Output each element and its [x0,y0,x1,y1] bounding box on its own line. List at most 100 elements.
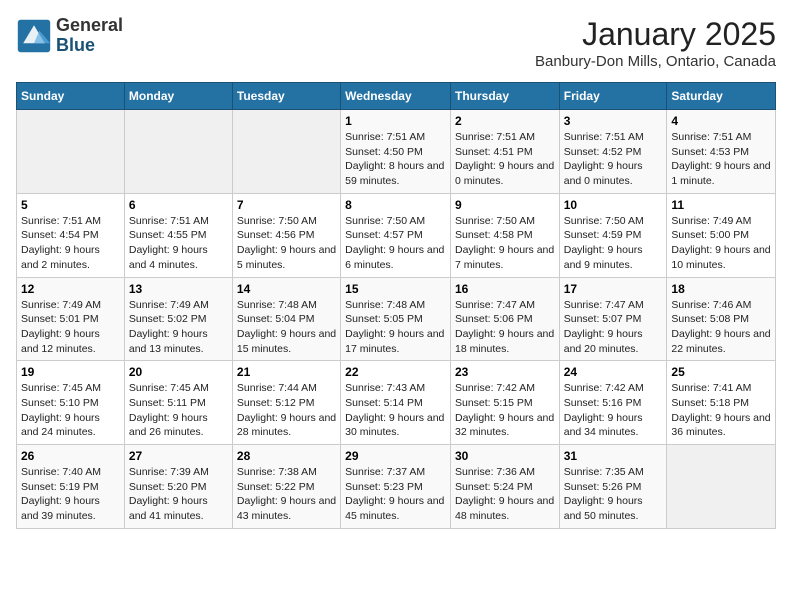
sunset: Sunset: 5:05 PM [345,313,423,325]
day-number: 24 [564,365,663,379]
day-info: Sunrise: 7:47 AM Sunset: 5:06 PM Dayligh… [455,298,555,357]
sunrise: Sunrise: 7:51 AM [129,215,209,227]
sunrise: Sunrise: 7:42 AM [564,382,644,394]
sunrise: Sunrise: 7:50 AM [345,215,425,227]
day-info: Sunrise: 7:42 AM Sunset: 5:16 PM Dayligh… [564,381,663,440]
day-info: Sunrise: 7:48 AM Sunset: 5:04 PM Dayligh… [237,298,336,357]
sunset: Sunset: 5:10 PM [21,397,99,409]
sunset: Sunset: 5:22 PM [237,481,315,493]
col-friday: Friday [559,83,667,110]
sunset: Sunset: 4:53 PM [671,146,749,158]
sunset: Sunset: 5:16 PM [564,397,642,409]
day-info: Sunrise: 7:39 AM Sunset: 5:20 PM Dayligh… [129,465,228,524]
daylight: Daylight: 9 hours and 50 minutes. [564,495,643,522]
table-row: 21 Sunrise: 7:44 AM Sunset: 5:12 PM Dayl… [232,361,340,445]
day-info: Sunrise: 7:35 AM Sunset: 5:26 PM Dayligh… [564,465,663,524]
day-info: Sunrise: 7:45 AM Sunset: 5:10 PM Dayligh… [21,381,120,440]
table-row: 9 Sunrise: 7:50 AM Sunset: 4:58 PM Dayli… [450,193,559,277]
table-row: 3 Sunrise: 7:51 AM Sunset: 4:52 PM Dayli… [559,110,667,194]
daylight: Daylight: 9 hours and 45 minutes. [345,495,444,522]
day-number: 4 [671,114,771,128]
table-row: 23 Sunrise: 7:42 AM Sunset: 5:15 PM Dayl… [450,361,559,445]
daylight: Daylight: 9 hours and 36 minutes. [671,412,770,439]
day-info: Sunrise: 7:51 AM Sunset: 4:55 PM Dayligh… [129,214,228,273]
daylight: Daylight: 9 hours and 30 minutes. [345,412,444,439]
sunrise: Sunrise: 7:39 AM [129,466,209,478]
day-number: 25 [671,365,771,379]
table-row [17,110,125,194]
sunrise: Sunrise: 7:50 AM [564,215,644,227]
sunset: Sunset: 4:51 PM [455,146,533,158]
day-number: 13 [129,282,228,296]
sunrise: Sunrise: 7:45 AM [21,382,101,394]
sunset: Sunset: 5:14 PM [345,397,423,409]
day-info: Sunrise: 7:50 AM Sunset: 4:57 PM Dayligh… [345,214,446,273]
table-row [124,110,232,194]
daylight: Daylight: 9 hours and 10 minutes. [671,244,770,271]
sunrise: Sunrise: 7:49 AM [671,215,751,227]
table-row [232,110,340,194]
day-number: 8 [345,198,446,212]
calendar-week-row: 12 Sunrise: 7:49 AM Sunset: 5:01 PM Dayl… [17,277,776,361]
sunset: Sunset: 5:04 PM [237,313,315,325]
day-number: 12 [21,282,120,296]
calendar-body: 1 Sunrise: 7:51 AM Sunset: 4:50 PM Dayli… [17,110,776,529]
day-info: Sunrise: 7:51 AM Sunset: 4:54 PM Dayligh… [21,214,120,273]
day-number: 30 [455,449,555,463]
sunrise: Sunrise: 7:44 AM [237,382,317,394]
sunset: Sunset: 5:06 PM [455,313,533,325]
day-info: Sunrise: 7:51 AM Sunset: 4:52 PM Dayligh… [564,130,663,189]
sunset: Sunset: 4:52 PM [564,146,642,158]
daylight: Daylight: 9 hours and 41 minutes. [129,495,208,522]
day-number: 11 [671,198,771,212]
sunset: Sunset: 5:20 PM [129,481,207,493]
daylight: Daylight: 9 hours and 26 minutes. [129,412,208,439]
day-info: Sunrise: 7:46 AM Sunset: 5:08 PM Dayligh… [671,298,771,357]
sunset: Sunset: 5:26 PM [564,481,642,493]
table-row: 29 Sunrise: 7:37 AM Sunset: 5:23 PM Dayl… [341,445,451,529]
table-row: 17 Sunrise: 7:47 AM Sunset: 5:07 PM Dayl… [559,277,667,361]
day-info: Sunrise: 7:51 AM Sunset: 4:51 PM Dayligh… [455,130,555,189]
day-number: 2 [455,114,555,128]
sunrise: Sunrise: 7:49 AM [129,299,209,311]
sunrise: Sunrise: 7:46 AM [671,299,751,311]
table-row: 26 Sunrise: 7:40 AM Sunset: 5:19 PM Dayl… [17,445,125,529]
sunrise: Sunrise: 7:49 AM [21,299,101,311]
day-number: 26 [21,449,120,463]
calendar-week-row: 19 Sunrise: 7:45 AM Sunset: 5:10 PM Dayl… [17,361,776,445]
sunset: Sunset: 4:50 PM [345,146,423,158]
day-info: Sunrise: 7:45 AM Sunset: 5:11 PM Dayligh… [129,381,228,440]
table-row: 10 Sunrise: 7:50 AM Sunset: 4:59 PM Dayl… [559,193,667,277]
month-title: January 2025 [535,16,776,53]
table-row: 7 Sunrise: 7:50 AM Sunset: 4:56 PM Dayli… [232,193,340,277]
sunrise: Sunrise: 7:45 AM [129,382,209,394]
day-number: 1 [345,114,446,128]
table-row: 5 Sunrise: 7:51 AM Sunset: 4:54 PM Dayli… [17,193,125,277]
table-row: 1 Sunrise: 7:51 AM Sunset: 4:50 PM Dayli… [341,110,451,194]
col-wednesday: Wednesday [341,83,451,110]
sunrise: Sunrise: 7:37 AM [345,466,425,478]
sunset: Sunset: 4:57 PM [345,229,423,241]
day-number: 9 [455,198,555,212]
daylight: Daylight: 9 hours and 0 minutes. [564,160,643,187]
day-number: 15 [345,282,446,296]
logo-blue: Blue [56,36,123,56]
logo: General Blue [16,16,123,56]
sunset: Sunset: 4:59 PM [564,229,642,241]
daylight: Daylight: 9 hours and 24 minutes. [21,412,100,439]
daylight: Daylight: 9 hours and 34 minutes. [564,412,643,439]
day-number: 17 [564,282,663,296]
sunset: Sunset: 4:54 PM [21,229,99,241]
sunrise: Sunrise: 7:36 AM [455,466,535,478]
sunrise: Sunrise: 7:48 AM [237,299,317,311]
calendar-week-row: 26 Sunrise: 7:40 AM Sunset: 5:19 PM Dayl… [17,445,776,529]
daylight: Daylight: 9 hours and 28 minutes. [237,412,336,439]
daylight: Daylight: 9 hours and 2 minutes. [21,244,100,271]
day-info: Sunrise: 7:51 AM Sunset: 4:53 PM Dayligh… [671,130,771,189]
sunset: Sunset: 5:08 PM [671,313,749,325]
day-number: 6 [129,198,228,212]
table-row: 15 Sunrise: 7:48 AM Sunset: 5:05 PM Dayl… [341,277,451,361]
day-info: Sunrise: 7:37 AM Sunset: 5:23 PM Dayligh… [345,465,446,524]
day-info: Sunrise: 7:41 AM Sunset: 5:18 PM Dayligh… [671,381,771,440]
day-info: Sunrise: 7:50 AM Sunset: 4:58 PM Dayligh… [455,214,555,273]
